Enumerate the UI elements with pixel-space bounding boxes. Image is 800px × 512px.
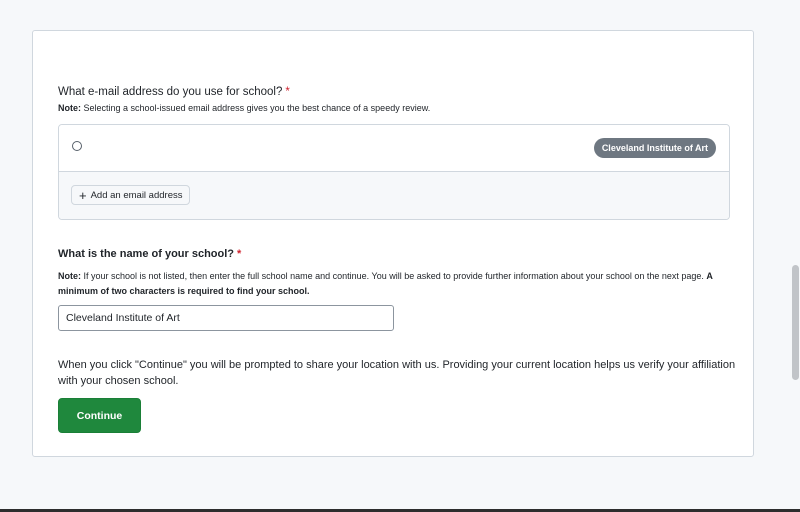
continue-button[interactable]: Continue — [58, 398, 141, 433]
form-card: What e-mail address do you use for schoo… — [32, 30, 754, 457]
email-note: Note: Selecting a school-issued email ad… — [58, 103, 430, 113]
add-email-label: Add an email address — [90, 189, 183, 201]
scrollbar-track[interactable] — [792, 0, 800, 512]
required-mark: * — [237, 248, 242, 260]
location-note: When you click "Continue" you will be pr… — [58, 359, 736, 387]
school-question-title: What is the name of your school? * — [58, 248, 241, 260]
note-label: Note: — [58, 271, 81, 281]
email-question-title: What e-mail address do you use for schoo… — [58, 86, 290, 98]
email-question-text: What e-mail address do you use for schoo… — [58, 86, 283, 98]
scrollbar-thumb[interactable] — [792, 265, 799, 380]
school-question-text: What is the name of your school? — [58, 248, 235, 260]
plus-icon: + — [79, 187, 87, 203]
required-mark: * — [285, 86, 290, 98]
add-email-button[interactable]: + Add an email address — [71, 185, 191, 205]
add-email-area: + Add an email address — [59, 172, 729, 219]
school-note-text: If your school is not listed, then enter… — [83, 271, 704, 281]
email-option-radio[interactable] — [72, 141, 82, 151]
school-badge: Cleveland Institute of Art — [593, 138, 716, 158]
school-note: Note: If your school is not listed, then… — [58, 269, 730, 299]
note-label: Note: — [58, 103, 81, 113]
email-note-text: Selecting a school-issued email address … — [83, 103, 431, 113]
email-options-box: Cleveland Institute of Art + Add an emai… — [58, 124, 730, 220]
school-name-input[interactable] — [58, 305, 394, 331]
email-option-row[interactable]: Cleveland Institute of Art — [59, 125, 729, 172]
